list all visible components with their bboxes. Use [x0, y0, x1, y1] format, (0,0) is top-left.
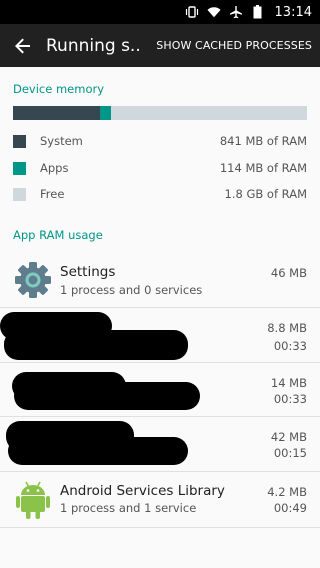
legend-row-system: System 841 MB of RAM — [13, 132, 307, 150]
back-button[interactable] — [0, 24, 46, 67]
device-memory-title: Device memory — [13, 82, 105, 96]
app-row-android-services-library[interactable]: Android Services Library 1 process and 1… — [0, 472, 320, 528]
legend-value: 1.8 GB of RAM — [224, 187, 307, 201]
system-swatch — [13, 134, 26, 148]
app-size: 46 MB — [270, 266, 307, 280]
app-time: 00:33 — [273, 392, 307, 406]
app-time: 00:49 — [273, 501, 307, 515]
app-size: 4.2 MB — [267, 485, 307, 499]
memory-bar-apps-segment — [99, 106, 112, 120]
app-name: Settings — [60, 264, 116, 280]
app-subtitle: 1 process and 1 service — [60, 501, 197, 515]
legend-value: 114 MB of RAM — [219, 161, 307, 175]
legend-label: Free — [40, 187, 65, 201]
memory-usage-bar — [13, 106, 307, 120]
settings-gear-icon — [15, 262, 51, 298]
status-time: 13:14 — [274, 4, 312, 20]
app-time: 00:33 — [273, 339, 307, 353]
page-title: Running s... — [46, 35, 140, 56]
app-row-redacted-1[interactable]: 8.8 MB 00:33 — [0, 308, 320, 363]
legend-label: System — [40, 134, 83, 148]
app-row-redacted-2[interactable]: 14 MB 00:33 — [0, 363, 320, 417]
legend-label: Apps — [40, 161, 69, 175]
apps-swatch — [13, 161, 26, 175]
app-row-settings[interactable]: Settings 1 process and 0 services 46 MB — [0, 252, 320, 308]
app-bar: Running s... SHOW CACHED PROCESSES — [0, 24, 320, 67]
redaction — [8, 437, 188, 465]
vibrate-icon — [185, 5, 199, 19]
legend-row-free: Free 1.8 GB of RAM — [13, 185, 307, 203]
app-ram-usage-title: App RAM usage — [13, 228, 103, 242]
app-name: Android Services Library — [60, 483, 225, 499]
redaction — [14, 382, 200, 410]
app-time: 00:15 — [273, 446, 307, 460]
legend-value: 841 MB of RAM — [219, 134, 307, 148]
app-size: 42 MB — [270, 430, 307, 444]
show-cached-processes-button[interactable]: SHOW CACHED PROCESSES — [156, 24, 312, 67]
app-size: 8.8 MB — [267, 321, 307, 335]
app-subtitle: 1 process and 0 services — [60, 283, 203, 297]
app-row-redacted-3[interactable]: 42 MB 00:15 — [0, 417, 320, 472]
memory-bar-system-segment — [13, 106, 100, 120]
status-bar: 13:14 — [0, 0, 320, 24]
app-size: 14 MB — [270, 376, 307, 390]
battery-icon — [251, 5, 265, 19]
wifi-icon — [206, 5, 221, 19]
arrow-back-icon — [15, 38, 30, 53]
airplane-icon — [229, 5, 243, 19]
legend-row-apps: Apps 114 MB of RAM — [13, 159, 307, 177]
redaction — [4, 330, 188, 360]
free-swatch — [13, 187, 26, 201]
android-robot-icon — [16, 481, 50, 519]
